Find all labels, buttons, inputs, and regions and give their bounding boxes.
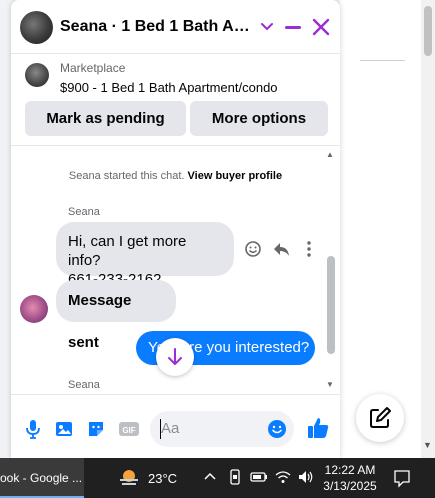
thumbs-up-icon[interactable]	[306, 415, 330, 441]
more-actions-icon[interactable]	[299, 239, 319, 259]
sender-avatar[interactable]	[20, 295, 48, 323]
view-buyer-profile-link[interactable]: View buyer profile	[188, 170, 283, 182]
taskbar-app-facebook[interactable]: ook - Google ...	[0, 458, 84, 498]
reply-icon[interactable]	[271, 239, 291, 259]
system-clock[interactable]: 12:22 AM 3/13/2025	[320, 462, 380, 494]
microphone-icon[interactable]	[23, 418, 43, 440]
page-scrollbar[interactable]	[421, 0, 435, 458]
phone-link-icon[interactable]	[226, 468, 244, 486]
photo-icon[interactable]	[54, 418, 74, 440]
chat-window: Seana · 1 Bed 1 Bath Apart... Marketplac…	[11, 0, 340, 458]
arrow-down-icon	[168, 348, 182, 365]
chat-title[interactable]: Seana · 1 Bed 1 Bath Apart...	[60, 18, 255, 36]
message-composer: GIF Aa	[11, 394, 340, 458]
contact-avatar[interactable]	[20, 11, 53, 44]
incoming-message-bubble[interactable]: Message sent	[56, 280, 176, 351]
mark-as-pending-button[interactable]: Mark as pending	[25, 101, 186, 136]
thread-scrollbar-thumb[interactable]	[327, 256, 335, 354]
message-thread: Seana started this chat. View buyer prof…	[11, 148, 340, 394]
compose-icon	[370, 407, 391, 428]
clock-date: 3/13/2025	[323, 479, 377, 493]
react-emoji-icon[interactable]	[243, 239, 263, 259]
message-input[interactable]: Aa	[150, 411, 294, 447]
wifi-icon[interactable]	[274, 468, 292, 486]
close-icon[interactable]	[311, 16, 331, 38]
taskbar-app-label: ook - Google ...	[0, 471, 83, 485]
message-input-placeholder: Aa	[161, 420, 180, 437]
background-divider	[360, 60, 405, 61]
page-scrollbar-thumb[interactable]	[424, 6, 432, 56]
chat-header: Seana · 1 Bed 1 Bath Apart...	[11, 0, 340, 54]
scroll-up-arrow[interactable]: ▲	[326, 150, 334, 159]
listing-banner: Marketplace $900 - 1 Bed 1 Bath Apartmen…	[11, 54, 340, 146]
battery-icon[interactable]	[250, 468, 268, 486]
new-message-button[interactable]	[356, 394, 404, 442]
listing-category: Marketplace	[60, 61, 126, 75]
sticker-icon[interactable]	[86, 418, 106, 440]
gif-icon[interactable]: GIF	[118, 418, 139, 440]
thread-scrollbar[interactable]: ▲ ▼	[324, 148, 340, 394]
sender-name: Seana	[68, 379, 100, 391]
chevron-down-icon[interactable]	[258, 16, 276, 38]
listing-thumbnail[interactable]	[25, 63, 49, 87]
svg-text:GIF: GIF	[122, 426, 135, 435]
system-message: Seana started this chat. View buyer prof…	[11, 170, 340, 182]
more-options-button[interactable]: More options	[190, 101, 328, 136]
page-scroll-down-arrow[interactable]: ▼	[423, 440, 432, 450]
notifications-icon[interactable]	[392, 468, 412, 488]
sender-name: Seana	[68, 206, 100, 218]
weather-temperature[interactable]: 23°C	[148, 471, 177, 486]
weather-icon[interactable]	[118, 467, 140, 489]
minimize-icon[interactable]	[283, 17, 303, 37]
emoji-icon[interactable]	[267, 419, 287, 439]
listing-title[interactable]: $900 - 1 Bed 1 Bath Apartment/condo	[60, 80, 278, 95]
clock-time: 12:22 AM	[324, 463, 376, 477]
message-line: Hi, can I get more info?	[68, 233, 187, 269]
taskbar: ook - Google ... 23°C 12:22 AM 3/13/2025	[0, 458, 435, 498]
scroll-down-arrow[interactable]: ▼	[326, 380, 334, 389]
system-message-text: Seana started this chat.	[68, 170, 185, 182]
incoming-message-bubble[interactable]: Hi, can I get more info? 661-233-2162	[56, 222, 234, 288]
scroll-to-bottom-button[interactable]	[156, 338, 194, 376]
volume-icon[interactable]	[297, 468, 315, 486]
chevron-up-icon[interactable]	[201, 468, 219, 486]
